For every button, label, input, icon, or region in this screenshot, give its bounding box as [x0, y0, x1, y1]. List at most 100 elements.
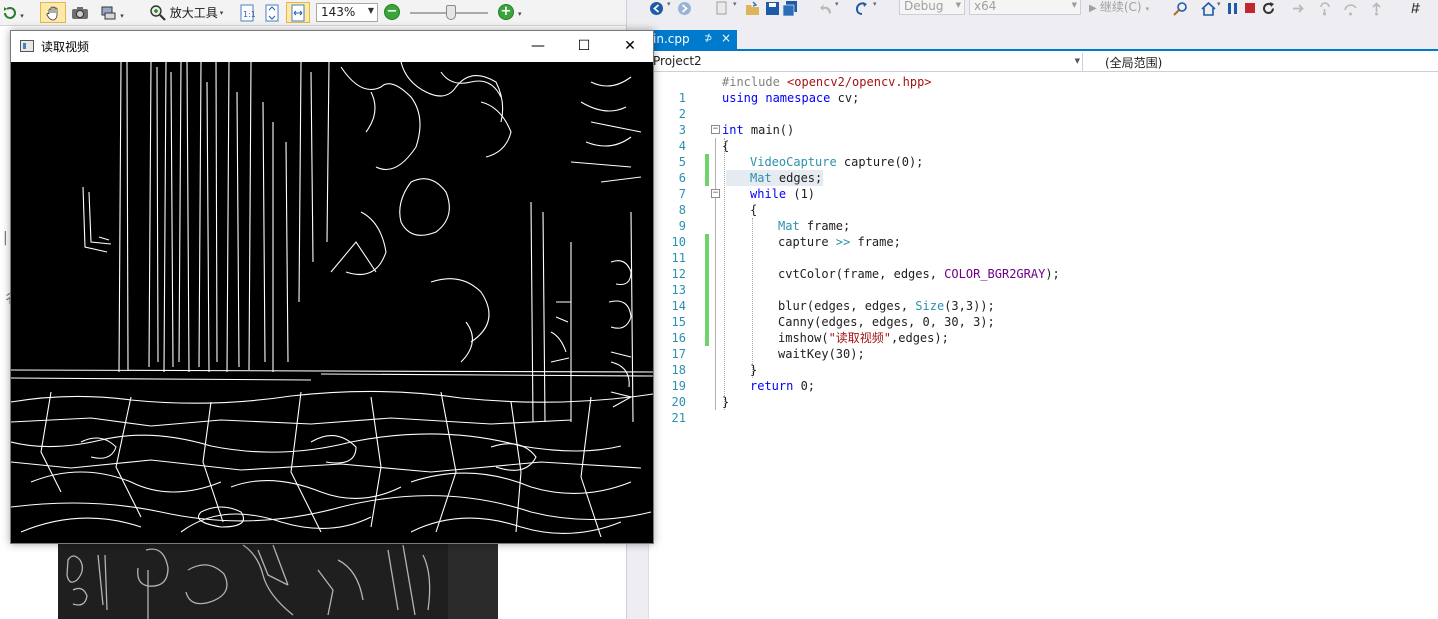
svg-text:1:1: 1:1	[243, 10, 255, 19]
hand-pan-icon[interactable]	[40, 2, 66, 23]
ide-toolbar: ▾ ▾ ▾ ▾ Debug ▼ x64 ▼ ▶ 继续(C) ▾ ▾	[627, 0, 1438, 18]
save-icon[interactable]	[765, 1, 780, 16]
chevron-down-icon: ▾	[733, 0, 737, 8]
code-token: cvtColor(frame, edges,	[778, 267, 945, 281]
pause-icon[interactable]	[1225, 1, 1240, 16]
code-line[interactable]: 21 }	[653, 394, 1438, 425]
back-icon[interactable]	[649, 1, 664, 16]
code-token: (1)	[786, 187, 816, 201]
code-line[interactable]: 1 #include <opencv2/opencv.hpp>	[653, 74, 1438, 105]
minimize-button[interactable]: —	[515, 31, 561, 61]
change-marker	[705, 154, 709, 170]
step-out-icon[interactable]	[1369, 1, 1384, 16]
code-token: }	[750, 363, 758, 377]
tab-main-cpp[interactable]: in.cpp ⊅ ×	[653, 30, 737, 50]
code-line[interactable]: 17 imshow("读取视频",edges);	[653, 330, 1438, 361]
stop-icon[interactable]	[1243, 1, 1258, 16]
close-icon[interactable]: ×	[721, 31, 731, 45]
zoom-out-icon[interactable]: −	[384, 4, 400, 20]
configuration-value: Debug	[904, 0, 944, 13]
change-marker	[705, 234, 709, 250]
opencv-video-window[interactable]: 读取视频 — ☐ ✕	[10, 30, 654, 544]
find-icon[interactable]	[1173, 1, 1188, 16]
project-dropdown[interactable]: Project2 ▼	[653, 53, 1083, 71]
code-line[interactable]: 11 capture >> frame;	[653, 234, 1438, 265]
code-line[interactable]: 14	[653, 282, 1438, 313]
code-line[interactable]: 2 using namespace cv;	[653, 90, 1438, 121]
code-token: Mat	[750, 171, 772, 185]
magnifier-tool-button[interactable]: 放大工具 ▾	[142, 2, 230, 23]
code-line[interactable]: 9 {	[653, 202, 1438, 233]
refresh-icon[interactable]: ▾	[0, 2, 26, 23]
pin-icon[interactable]: ⊅	[704, 33, 712, 44]
code-token: edges;	[771, 171, 823, 185]
close-button[interactable]: ✕	[607, 31, 653, 61]
scope-dropdown[interactable]: (全局范围)	[1105, 53, 1438, 71]
code-line[interactable]: 15 blur(edges, edges, Size(3,3));	[653, 298, 1438, 329]
platform-dropdown[interactable]: x64 ▼	[969, 0, 1081, 15]
camera-icon[interactable]	[68, 2, 92, 23]
code-token: blur(edges, edges,	[778, 299, 916, 313]
code-line[interactable]: 20 return 0;	[653, 378, 1438, 409]
zoom-level-dropdown[interactable]: 143% ▼	[316, 3, 378, 22]
chevron-down-icon: ▾	[1217, 0, 1221, 8]
fit-window-icon[interactable]	[261, 2, 283, 23]
viewer-image-canvas[interactable]	[58, 540, 448, 619]
code-line[interactable]: 19 }	[653, 362, 1438, 393]
show-next-statement-icon[interactable]	[1291, 1, 1306, 16]
fit-page-icon[interactable]	[286, 2, 310, 23]
code-line[interactable]: 5 {	[653, 138, 1438, 169]
maximize-button[interactable]: ☐	[561, 31, 607, 61]
viewer-side-panel	[448, 540, 498, 619]
new-item-icon[interactable]	[715, 1, 730, 16]
change-marker	[705, 330, 709, 346]
collapse-icon[interactable]: −	[711, 125, 720, 134]
code-line[interactable]: 13 cvtColor(frame, edges, COLOR_BGR2GRAY…	[653, 266, 1438, 297]
open-folder-icon[interactable]	[745, 1, 760, 16]
viewer-left-edge: | 彳	[3, 230, 17, 307]
code-token: <opencv2/opencv.hpp>	[787, 75, 932, 89]
zoom-in-icon[interactable]: +	[498, 4, 514, 20]
continue-label: 继续(C)	[1099, 0, 1142, 14]
code-line[interactable]: 8 − while (1)	[653, 186, 1438, 217]
collapse-icon[interactable]: −	[711, 189, 720, 198]
code-line[interactable]: 16 Canny(edges, edges, 0, 30, 3);	[653, 314, 1438, 345]
continue-button[interactable]: ▶ 继续(C) ▾	[1089, 0, 1149, 16]
chevron-down-icon: ▼	[955, 1, 961, 9]
chevron-down-icon: ▾	[667, 0, 671, 8]
code-line[interactable]: 18 waitKey(30);	[653, 346, 1438, 377]
tab-underline	[653, 49, 1438, 51]
code-line[interactable]: 3	[653, 106, 1438, 137]
step-into-icon[interactable]	[1317, 1, 1332, 16]
tab-title: in.cpp	[653, 32, 690, 46]
restart-icon[interactable]	[1261, 1, 1276, 16]
chevron-down-icon[interactable]: ▾	[518, 10, 522, 18]
code-line[interactable]: 10 Mat frame;	[653, 218, 1438, 249]
scope-name: (全局范围)	[1105, 56, 1163, 70]
save-all-icon[interactable]	[783, 1, 798, 16]
undo-icon[interactable]	[819, 1, 834, 16]
chevron-down-icon: ▾	[835, 0, 839, 8]
scan-icon[interactable]: ▾	[95, 2, 129, 23]
change-marker	[705, 250, 709, 266]
step-over-icon[interactable]	[1343, 1, 1358, 16]
change-marker	[705, 170, 709, 186]
forward-icon[interactable]	[677, 1, 692, 16]
comment-out-icon[interactable]	[1411, 1, 1426, 16]
configuration-dropdown[interactable]: Debug ▼	[899, 0, 965, 15]
zoom-slider-thumb[interactable]	[446, 5, 456, 20]
code-token: 0;	[793, 379, 816, 393]
code-line[interactable]: 12	[653, 250, 1438, 281]
code-line[interactable]: 7 Mat edges;	[653, 170, 1438, 201]
window-titlebar[interactable]: 读取视频 — ☐ ✕	[11, 31, 653, 62]
code-line[interactable]: 4 − int main()	[653, 122, 1438, 153]
home-icon[interactable]	[1201, 1, 1216, 16]
redo-icon[interactable]	[855, 1, 870, 16]
code-token: return	[750, 379, 794, 393]
code-line[interactable]: 6 VideoCapture capture(0);	[653, 154, 1438, 185]
code-token: VideoCapture	[750, 155, 837, 169]
project-name: Project2	[653, 54, 702, 68]
actual-size-icon[interactable]: 1:1	[236, 2, 258, 23]
change-marker	[705, 314, 709, 330]
chevron-down-icon: ▼	[1074, 57, 1080, 65]
